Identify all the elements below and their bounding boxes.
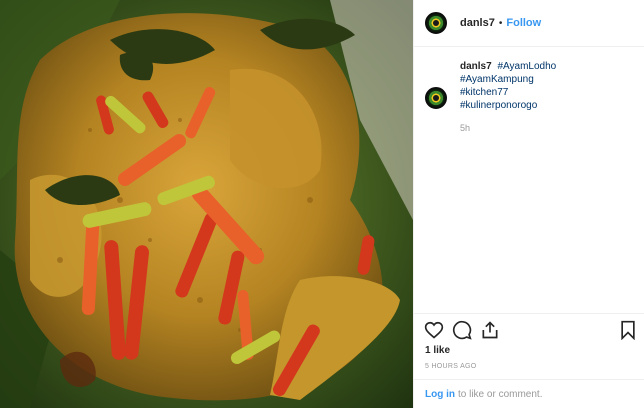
caption-avatar[interactable]: [425, 87, 447, 109]
actions-section: 1 like 5 HOURS AGO Log in to like or com…: [414, 313, 644, 408]
post-side-panel: danls7 • Follow danls7 #AyamLodho #AyamK…: [413, 0, 644, 408]
header-text: danls7 • Follow: [460, 17, 541, 29]
comment-prompt: to like or comment.: [458, 389, 543, 400]
caption: danls7 #AyamLodho #AyamKampung #kitchen7…: [425, 60, 635, 135]
follow-button[interactable]: Follow: [506, 17, 541, 29]
ayam-lodho-photo: [0, 0, 413, 408]
likes-count[interactable]: 1 like: [425, 345, 450, 356]
hashtag-link[interactable]: #kitchen77: [460, 86, 556, 99]
avatar[interactable]: [425, 12, 447, 34]
hashtag-link[interactable]: #AyamKampung: [460, 73, 556, 86]
heart-icon[interactable]: [424, 320, 444, 340]
share-icon[interactable]: [480, 320, 500, 340]
instagram-post-frame: danls7 • Follow danls7 #AyamLodho #AyamK…: [0, 0, 644, 408]
caption-body: danls7 #AyamLodho #AyamKampung #kitchen7…: [460, 60, 556, 135]
bookmark-icon[interactable]: [618, 320, 638, 340]
username-link[interactable]: danls7: [460, 17, 495, 29]
post-timestamp: 5 HOURS AGO: [425, 363, 477, 370]
post-photo[interactable]: [0, 0, 413, 408]
avatar-center-icon: [433, 95, 439, 101]
login-link[interactable]: Log in: [425, 389, 455, 400]
hashtag-link[interactable]: #kulinerponorogo: [460, 99, 556, 112]
hashtag-link[interactable]: #AyamLodho: [497, 61, 556, 72]
action-icons: [424, 320, 636, 342]
avatar-center-icon: [433, 20, 439, 26]
post-header: danls7 • Follow: [414, 0, 644, 47]
caption-time: 5h: [460, 123, 471, 133]
comment-bar: Log in to like or comment.: [414, 379, 644, 408]
comment-icon[interactable]: [452, 320, 472, 340]
separator-dot: •: [498, 17, 503, 29]
caption-username[interactable]: danls7: [460, 61, 492, 72]
